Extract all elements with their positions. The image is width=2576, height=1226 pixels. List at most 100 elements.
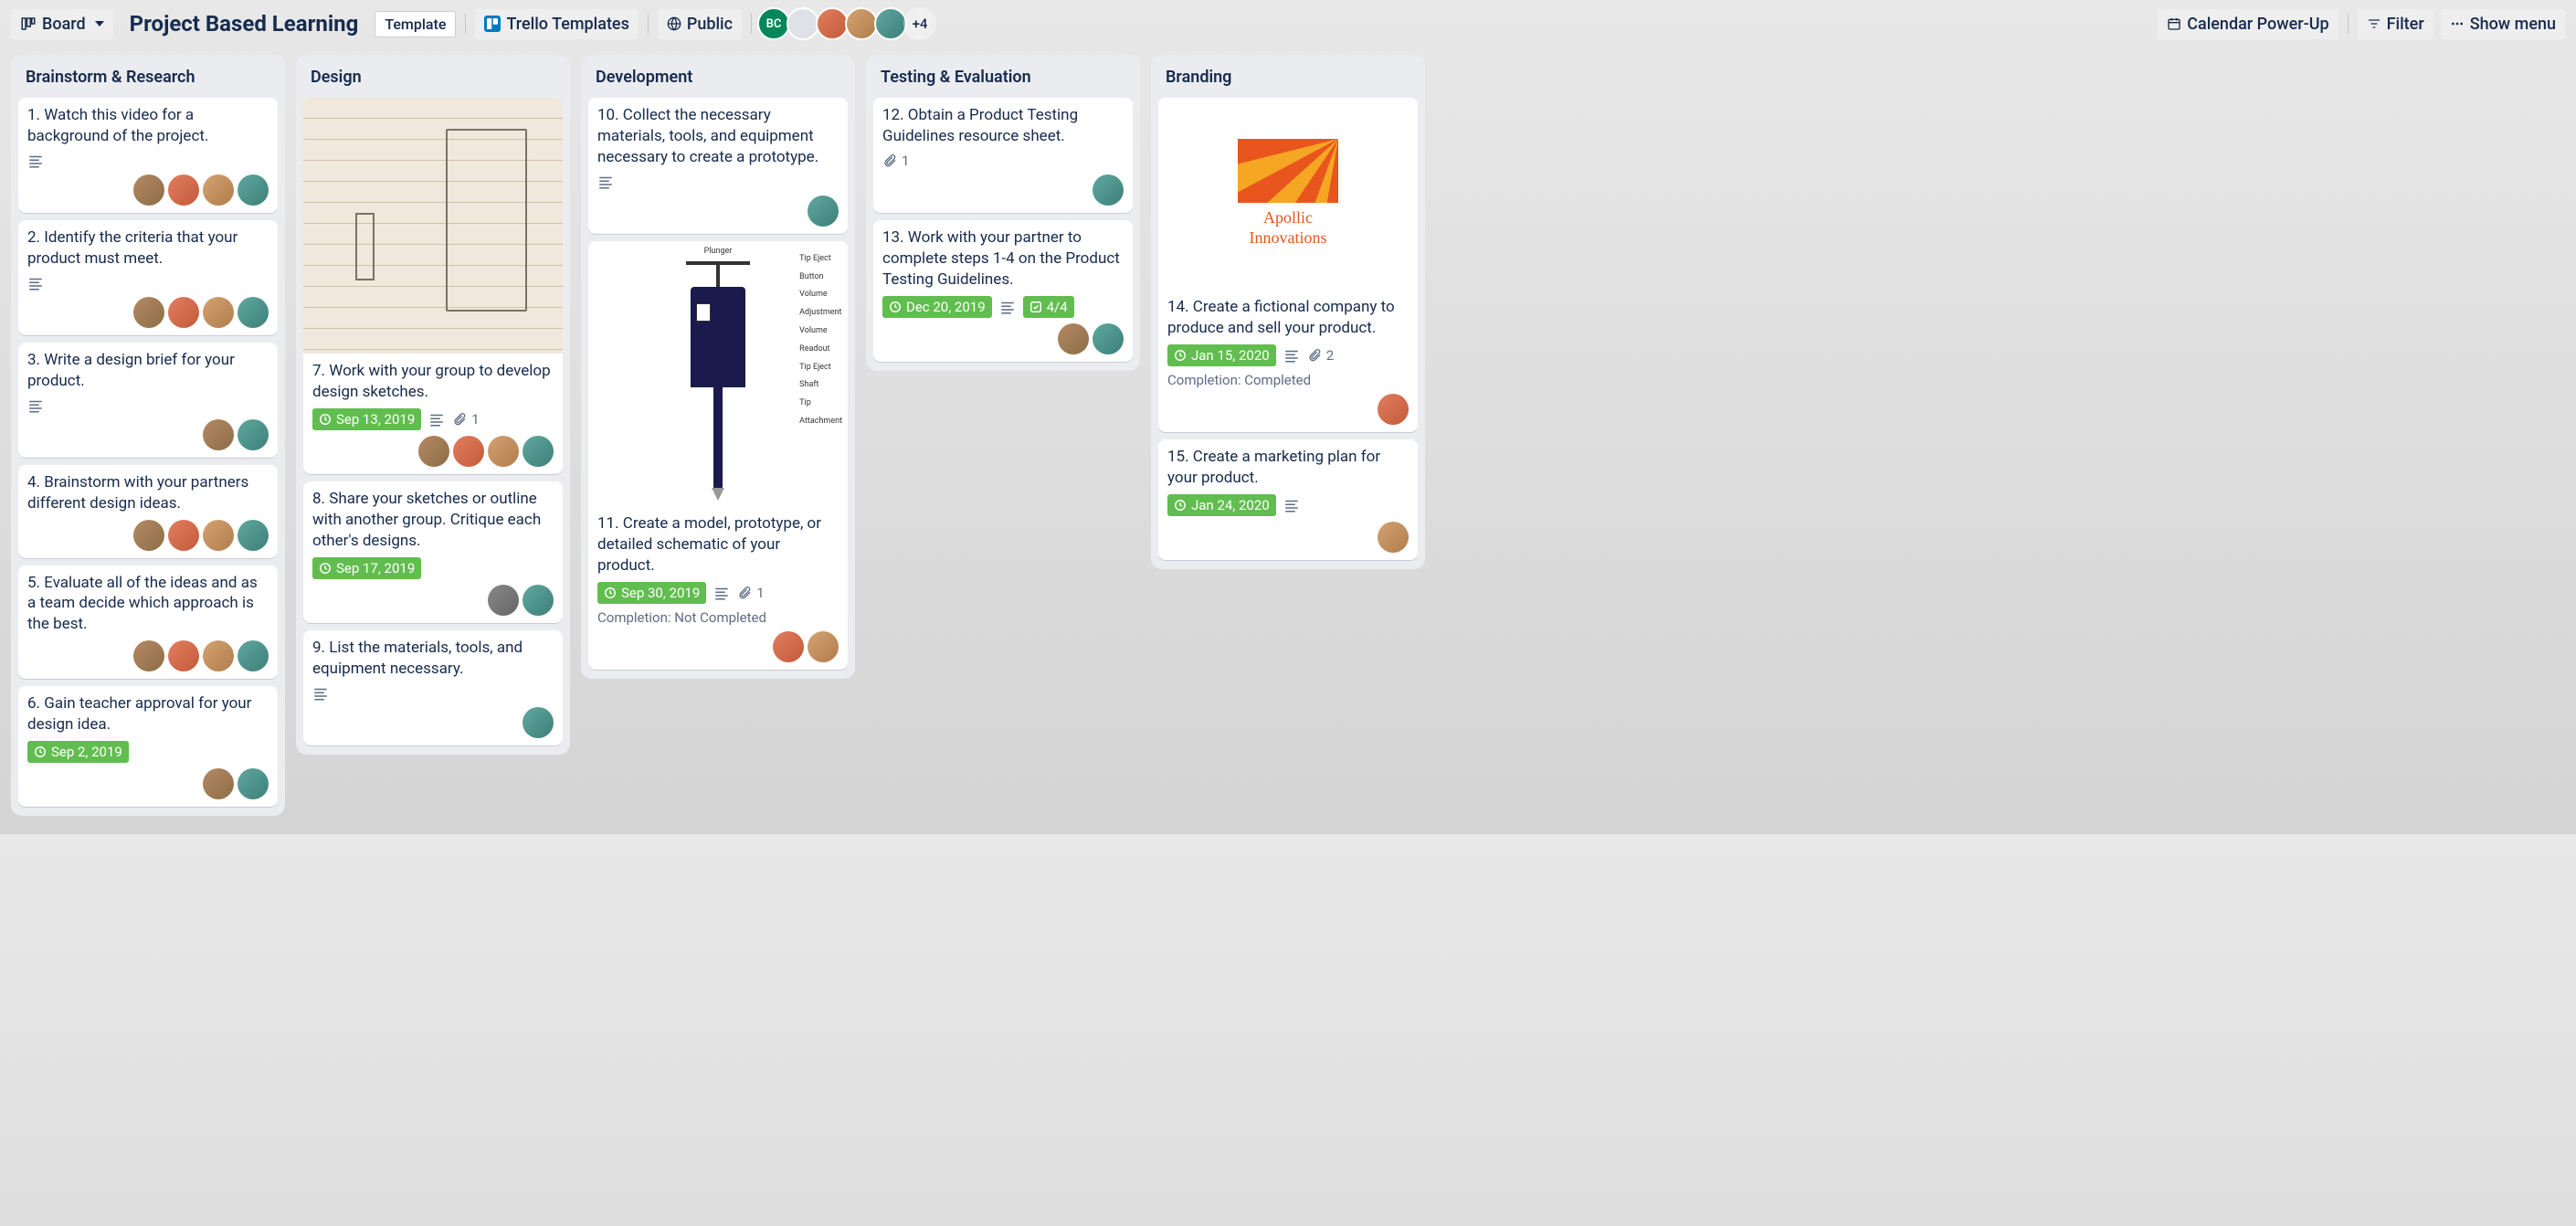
board-members[interactable]: BC +4 [761,7,936,40]
calendar-label: Calendar Power-Up [2187,15,2328,34]
card[interactable]: 9. List the materials, tools, and equipm… [303,630,563,745]
divider [465,14,466,34]
card[interactable]: 6. Gain teacher approval for your design… [18,686,278,807]
show-menu-button[interactable]: Show menu [2441,9,2565,39]
card-badges [27,397,269,414]
avatar[interactable] [874,7,907,40]
attachment-badge: 1 [882,153,909,169]
card[interactable]: 2. Identify the criteria that your produ… [18,220,278,335]
card-badges [312,685,554,702]
due-date-badge[interactable]: Sep 17, 2019 [312,557,421,579]
view-switcher-label: Board [42,15,86,34]
member-avatar[interactable] [238,297,269,328]
member-avatar[interactable] [203,768,234,799]
list: Branding ApollicInnovations14. Create a f… [1151,55,1425,569]
card-badges: Sep 2, 2019 [27,741,269,763]
member-avatar[interactable] [523,707,554,738]
member-avatar[interactable] [133,297,164,328]
due-date-badge[interactable]: Sep 13, 2019 [312,408,421,430]
member-avatar[interactable] [133,520,164,551]
card-title: 15. Create a marketing plan for your pro… [1167,447,1409,489]
list-title[interactable]: Development [588,64,848,90]
due-date-badge[interactable]: Sep 30, 2019 [597,582,706,604]
member-avatar[interactable] [488,436,519,467]
member-avatar[interactable] [238,520,269,551]
due-date-badge[interactable]: Sep 2, 2019 [27,741,129,763]
list-title[interactable]: Design [303,64,563,90]
board-header: Board Project Based Learning Template Tr… [0,0,2576,48]
member-avatar[interactable] [203,174,234,206]
card[interactable]: 15. Create a marketing plan for your pro… [1158,439,1418,560]
description-icon [1283,497,1300,513]
due-date-badge[interactable]: Jan 24, 2020 [1167,494,1276,516]
member-avatar[interactable] [808,631,839,662]
card[interactable]: 7. Work with your group to develop desig… [303,98,563,474]
member-avatar[interactable] [168,174,199,206]
board-icon [20,16,37,32]
calendar-icon [2167,16,2181,31]
card[interactable]: PlungerTip EjectButtonVolumeAdjustmentVo… [588,241,848,670]
member-avatar[interactable] [418,436,449,467]
due-date-badge[interactable]: Dec 20, 2019 [882,296,992,318]
card[interactable]: ApollicInnovations14. Create a fictional… [1158,98,1418,432]
member-avatar[interactable] [203,297,234,328]
member-avatar[interactable] [238,174,269,206]
card-title: 10. Collect the necessary materials, too… [597,105,839,168]
member-avatar[interactable] [133,174,164,206]
filter-button[interactable]: Filter [2358,9,2433,39]
member-avatar[interactable] [203,419,234,450]
card[interactable]: 8. Share your sketches or outline with a… [303,481,563,623]
card[interactable]: 3. Write a design brief for your product… [18,343,278,458]
description-icon [27,397,44,414]
visibility-button[interactable]: Public [658,9,742,39]
avatar[interactable]: BC [757,7,790,40]
member-avatar[interactable] [1093,323,1124,354]
member-avatar[interactable] [1058,323,1089,354]
member-avatar[interactable] [523,585,554,616]
avatar[interactable] [816,7,849,40]
card[interactable]: 5. Evaluate all of the ideas and as a te… [18,565,278,680]
globe-icon [667,16,681,31]
member-avatar[interactable] [168,640,199,671]
member-avatar[interactable] [203,520,234,551]
card-members [27,768,269,799]
member-avatar[interactable] [773,631,804,662]
member-avatar[interactable] [1093,174,1124,206]
chevron-down-icon [95,21,104,26]
member-avatar[interactable] [808,196,839,227]
card-badges [597,174,839,190]
member-avatar[interactable] [453,436,484,467]
member-avatar[interactable] [1378,522,1409,553]
card-badges: 1 [882,153,1124,169]
member-avatar[interactable] [238,419,269,450]
card[interactable]: 13. Work with your partner to complete s… [873,220,1133,362]
board-title[interactable]: Project Based Learning [121,11,368,37]
card[interactable]: 4. Brainstorm with your partners differe… [18,465,278,558]
due-date-badge[interactable]: Jan 15, 2020 [1167,344,1276,366]
member-avatar[interactable] [203,640,234,671]
board-canvas: Brainstorm & Research 1. Watch this video… [0,48,2576,834]
view-switcher[interactable]: Board [11,9,113,39]
list-title[interactable]: Branding [1158,64,1418,90]
member-avatar[interactable] [523,436,554,467]
card[interactable]: 10. Collect the necessary materials, too… [588,98,848,234]
card[interactable]: 12. Obtain a Product Testing Guidelines … [873,98,1133,213]
avatar[interactable] [787,7,819,40]
member-avatar[interactable] [238,640,269,671]
card-badges: Jan 24, 2020 [1167,494,1409,516]
member-avatar[interactable] [238,768,269,799]
member-avatar[interactable] [133,640,164,671]
list-title[interactable]: Testing & Evaluation [873,64,1133,90]
member-avatar[interactable] [1378,394,1409,425]
card-title: 12. Obtain a Product Testing Guidelines … [882,105,1124,147]
list-title[interactable]: Brainstorm & Research [18,64,278,90]
calendar-powerup-button[interactable]: Calendar Power-Up [2158,9,2338,39]
avatar-overflow[interactable]: +4 [903,7,936,40]
template-badge[interactable]: Template [375,11,456,37]
member-avatar[interactable] [168,297,199,328]
member-avatar[interactable] [168,520,199,551]
workspace-button[interactable]: Trello Templates [475,9,638,39]
avatar[interactable] [845,7,878,40]
card[interactable]: 1. Watch this video for a background of … [18,98,278,213]
member-avatar[interactable] [488,585,519,616]
